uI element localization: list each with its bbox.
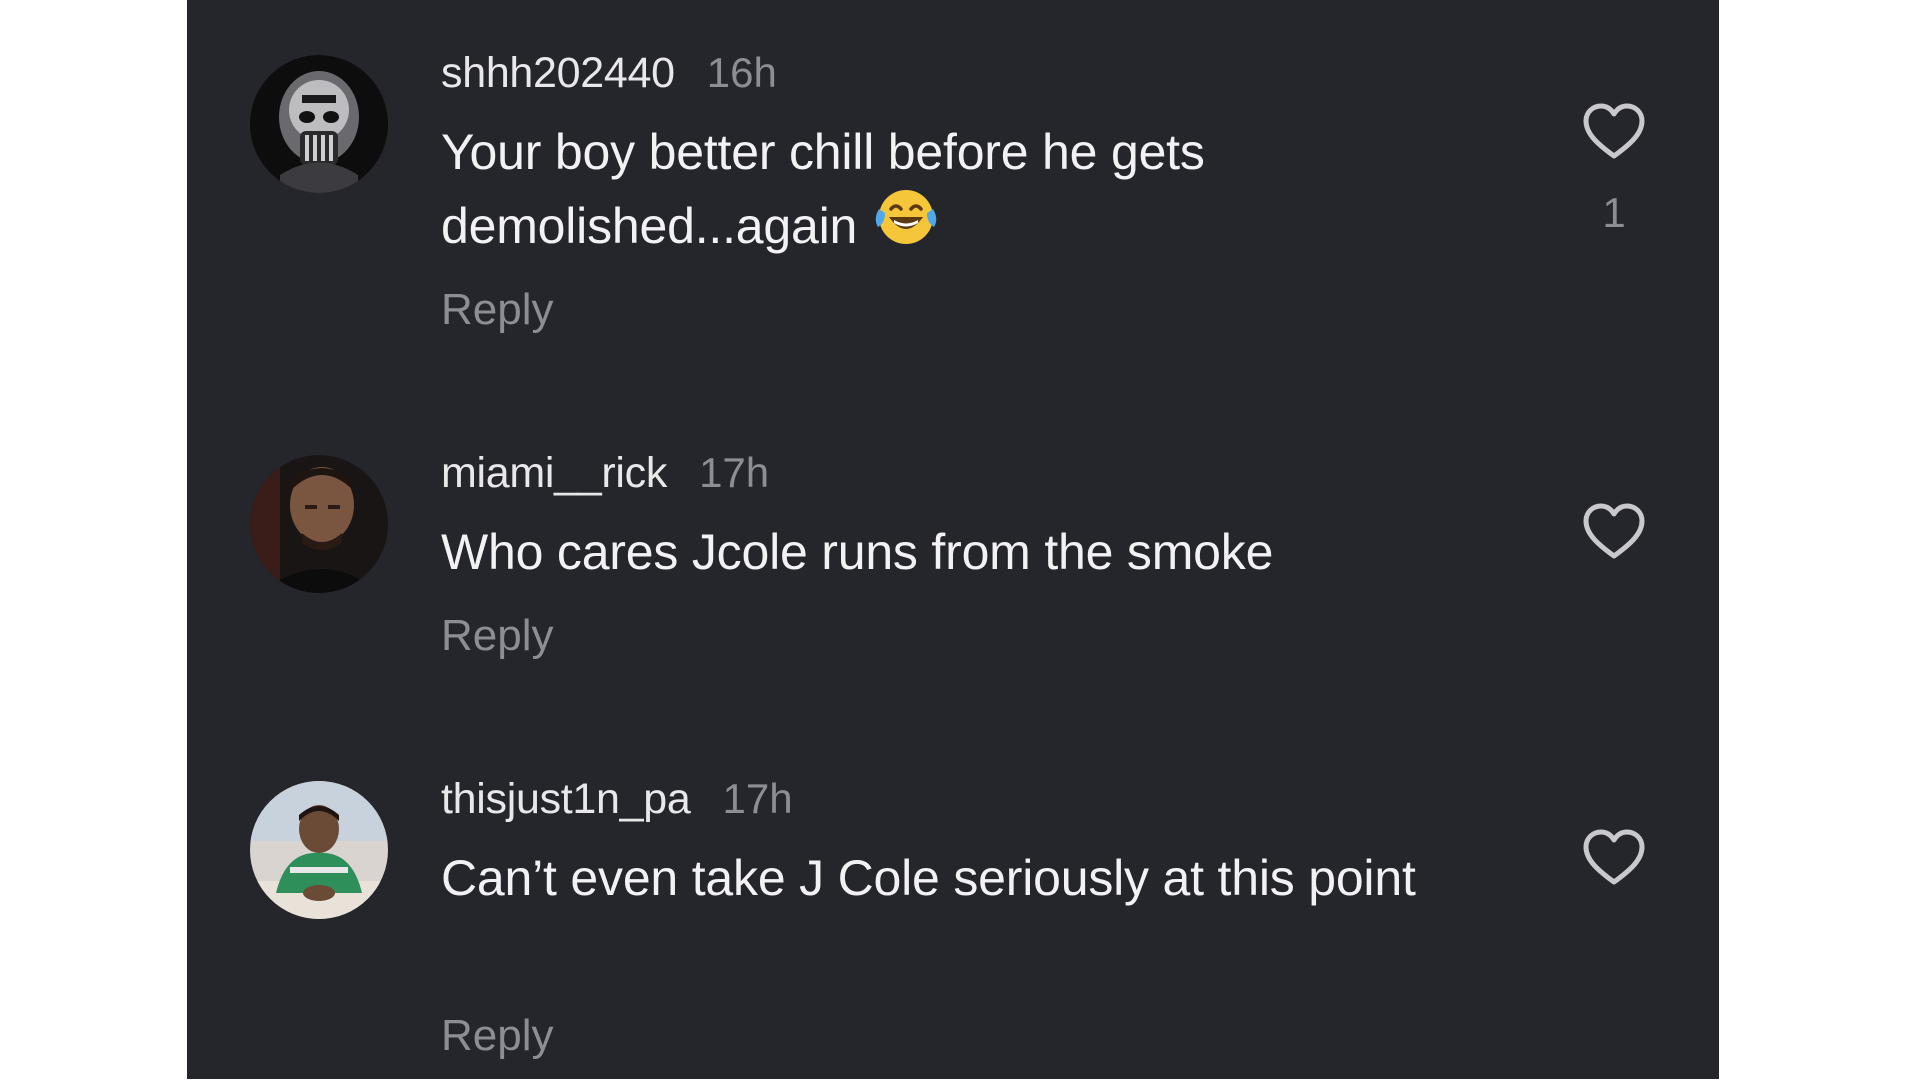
comment-text: Can’t even take J Cole seriously at this…	[441, 841, 1441, 915]
like-count: 1	[1602, 189, 1626, 236]
like-button[interactable]	[1582, 503, 1646, 561]
timestamp: 17h	[722, 775, 793, 822]
like-button[interactable]	[1582, 103, 1646, 161]
reply-button[interactable]: Reply	[441, 611, 554, 661]
avatar[interactable]	[250, 455, 388, 593]
avatar-person-image	[250, 781, 388, 919]
comment-meta: miami__rick 17h	[441, 443, 769, 503]
timestamp: 17h	[699, 449, 770, 496]
comment-meta: thisjust1n_pa 17h	[441, 769, 793, 829]
comment-text: Your boy better chill before he gets dem…	[441, 115, 1441, 265]
heart-outline-icon	[1583, 103, 1645, 159]
face-with-tears-of-joy-icon	[873, 187, 939, 265]
heart-outline-icon	[1583, 829, 1645, 885]
comment-text-body: Who cares Jcole runs from the smoke	[441, 524, 1274, 580]
username[interactable]: miami__rick	[441, 449, 667, 498]
avatar[interactable]	[250, 781, 388, 919]
comment-text: Who cares Jcole runs from the smoke	[441, 515, 1441, 589]
timestamp: 16h	[706, 49, 777, 96]
reply-button[interactable]: Reply	[441, 1011, 554, 1061]
heart-outline-icon	[1583, 503, 1645, 559]
reply-button[interactable]: Reply	[441, 285, 554, 335]
comment-meta: shhh202440 16h	[441, 43, 777, 103]
comment-text-body: Your boy better chill before he gets dem…	[441, 124, 1205, 254]
like-button[interactable]	[1582, 829, 1646, 887]
username[interactable]: thisjust1n_pa	[441, 775, 691, 824]
avatar-mask-image	[250, 55, 388, 193]
avatar[interactable]	[250, 55, 388, 193]
comment-text-body: Can’t even take J Cole seriously at this…	[441, 850, 1416, 906]
avatar-person-image	[250, 455, 388, 593]
comments-panel: shhh202440 16h Your boy better chill bef…	[187, 0, 1719, 1079]
username[interactable]: shhh202440	[441, 49, 675, 98]
